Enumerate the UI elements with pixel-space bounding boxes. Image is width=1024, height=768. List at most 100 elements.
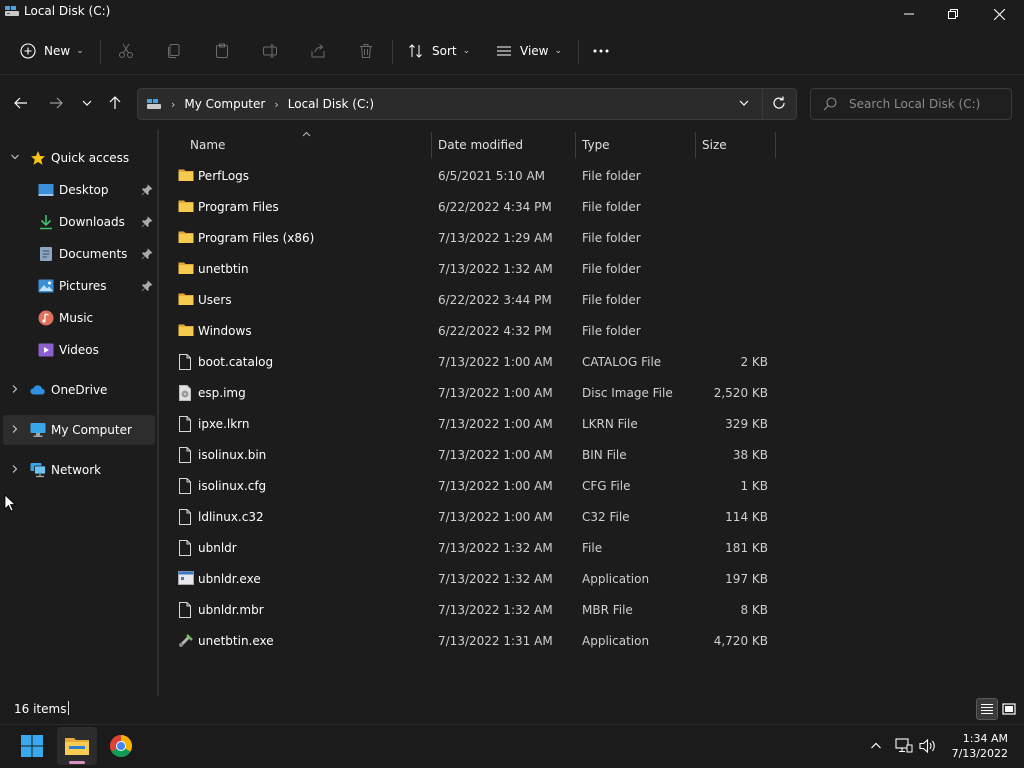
- file-date-modified: 6/5/2021 5:10 AM: [438, 169, 546, 183]
- sidebar-item-documents[interactable]: Documents: [0, 239, 156, 269]
- file-row[interactable]: Windows 6/22/2022 4:32 PM File folder: [160, 316, 780, 347]
- restore-button[interactable]: [930, 0, 976, 28]
- chevron-down-icon: [739, 100, 749, 106]
- back-button[interactable]: [6, 88, 36, 118]
- breadcrumb-my-computer[interactable]: My Computer: [184, 97, 265, 111]
- pin-icon: [141, 184, 153, 196]
- taskbar-chrome[interactable]: [101, 727, 141, 765]
- file-row[interactable]: isolinux.cfg 7/13/2022 1:00 AM CFG File 1 K…: [160, 471, 780, 502]
- rename-button[interactable]: [262, 36, 278, 66]
- sidebar-label: My Computer: [51, 423, 132, 437]
- recent-locations-button[interactable]: [72, 88, 102, 118]
- sidebar-item-pictures[interactable]: Pictures: [0, 271, 156, 301]
- file-date-modified: 7/13/2022 1:00 AM: [438, 510, 553, 524]
- details-view-icon: [981, 704, 993, 714]
- file-row[interactable]: ipxe.lkrn 7/13/2022 1:00 AM LKRN File 329 K…: [160, 409, 780, 440]
- clock-time: 1:34 AM: [962, 732, 1008, 745]
- show-hidden-icons-button[interactable]: [865, 735, 887, 757]
- share-button[interactable]: [310, 36, 326, 66]
- status-bar: 16 items: [0, 694, 1024, 724]
- file-row[interactable]: Program Files (x86) 7/13/2022 1:29 AM File…: [160, 223, 780, 254]
- address-bar[interactable]: › My Computer › Local Disk (C:): [137, 88, 797, 120]
- file-name: boot.catalog: [198, 355, 274, 369]
- file-row[interactable]: boot.catalog 7/13/2022 1:00 AM CATALOG Fil…: [160, 347, 780, 378]
- sidebar-item-music[interactable]: Music: [0, 303, 156, 333]
- details-view-button[interactable]: [976, 698, 998, 720]
- column-resize-handle[interactable]: [575, 132, 576, 158]
- breadcrumb-local-disk[interactable]: Local Disk (C:): [288, 97, 374, 111]
- minimize-button[interactable]: [886, 0, 932, 28]
- forward-button[interactable]: [41, 88, 71, 118]
- folder-icon: [178, 230, 194, 246]
- file-row[interactable]: unetbtin 7/13/2022 1:32 AM File folder: [160, 254, 780, 285]
- file-type: CATALOG File: [582, 355, 662, 369]
- folder-icon: [178, 199, 194, 215]
- file-row[interactable]: ubnldr.exe 7/13/2022 1:32 AM Application 19…: [160, 564, 780, 595]
- address-history-button[interactable]: [738, 97, 750, 112]
- more-options-button[interactable]: [592, 36, 610, 66]
- sidebar-item-network[interactable]: Network: [0, 455, 156, 485]
- pane-splitter[interactable]: [157, 130, 159, 696]
- volume-button[interactable]: [917, 735, 939, 757]
- file-row[interactable]: Program Files 6/22/2022 4:34 PM File folde…: [160, 192, 780, 223]
- delete-button[interactable]: [358, 36, 374, 66]
- desktop-icon: [38, 182, 54, 198]
- chevron-right-icon[interactable]: [10, 464, 22, 477]
- file-row[interactable]: unetbtin.exe 7/13/2022 1:31 AM Application…: [160, 626, 780, 657]
- sidebar-item-quick-access[interactable]: Quick access: [0, 143, 156, 173]
- file-icon: [178, 447, 194, 463]
- file-name: ubnldr.exe: [198, 572, 261, 586]
- file-name: Program Files (x86): [198, 231, 315, 245]
- chevron-right-icon: ›: [274, 97, 279, 111]
- sidebar-item-downloads[interactable]: Downloads: [0, 207, 156, 237]
- title-bar[interactable]: Local Disk (C:): [0, 0, 1024, 28]
- file-size: 2 KB: [740, 355, 768, 369]
- start-button[interactable]: [12, 727, 52, 765]
- paste-button[interactable]: [214, 36, 230, 66]
- file-row[interactable]: isolinux.bin 7/13/2022 1:00 AM BIN File 38 …: [160, 440, 780, 471]
- file-type: File folder: [582, 262, 641, 276]
- sort-button[interactable]: Sort ⌄: [408, 36, 470, 66]
- new-button[interactable]: New ⌄: [20, 36, 84, 66]
- column-header-size[interactable]: Size: [702, 130, 772, 160]
- sidebar-item-videos[interactable]: Videos: [0, 335, 156, 365]
- item-count: 16 items: [14, 702, 67, 716]
- view-button[interactable]: View ⌄: [496, 36, 562, 66]
- copy-button[interactable]: [166, 36, 182, 66]
- search-box[interactable]: Search Local Disk (C:): [810, 88, 1012, 120]
- sidebar-item-desktop[interactable]: Desktop: [0, 175, 156, 205]
- chevron-down-icon: [82, 100, 92, 106]
- folder-icon: [178, 168, 194, 184]
- taskbar-clock[interactable]: 1:34 AM 7/13/2022: [946, 731, 1008, 761]
- column-header-type[interactable]: Type: [582, 130, 692, 160]
- file-icon: [178, 602, 194, 618]
- file-row[interactable]: ubnldr.mbr 7/13/2022 1:32 AM MBR File 8 KB: [160, 595, 780, 626]
- taskbar-file-explorer[interactable]: [57, 727, 97, 765]
- cut-button[interactable]: [118, 36, 134, 66]
- active-indicator: [69, 761, 85, 764]
- sidebar-item-onedrive[interactable]: OneDrive: [0, 375, 156, 405]
- column-resize-handle[interactable]: [695, 132, 696, 158]
- file-row[interactable]: ldlinux.c32 7/13/2022 1:00 AM C32 File 114 …: [160, 502, 780, 533]
- column-resize-handle[interactable]: [431, 132, 432, 158]
- file-name: Users: [198, 293, 232, 307]
- file-name: ubnldr.mbr: [198, 603, 264, 617]
- tiles-view-icon: [1002, 703, 1016, 715]
- chevron-up-icon: [871, 742, 881, 749]
- tiles-view-button[interactable]: [998, 698, 1020, 720]
- chevron-right-icon[interactable]: [10, 424, 22, 437]
- column-resize-handle[interactable]: [775, 132, 776, 158]
- close-button[interactable]: [976, 0, 1022, 28]
- file-row[interactable]: Users 6/22/2022 3:44 PM File folder: [160, 285, 780, 316]
- chevron-down-icon[interactable]: [10, 152, 22, 165]
- chevron-right-icon[interactable]: [10, 384, 22, 397]
- sidebar-item-my-computer[interactable]: My Computer: [3, 415, 155, 445]
- file-row[interactable]: esp.img 7/13/2022 1:00 AM Disc Image File 2…: [160, 378, 780, 409]
- up-button[interactable]: [100, 88, 130, 118]
- file-row[interactable]: PerfLogs 6/5/2021 5:10 AM File folder: [160, 161, 780, 192]
- refresh-button[interactable]: [772, 96, 786, 113]
- file-type: File folder: [582, 200, 641, 214]
- column-header-date[interactable]: Date modified: [438, 130, 578, 160]
- network-status-button[interactable]: [893, 735, 915, 757]
- file-row[interactable]: ubnldr 7/13/2022 1:32 AM File 181 KB: [160, 533, 780, 564]
